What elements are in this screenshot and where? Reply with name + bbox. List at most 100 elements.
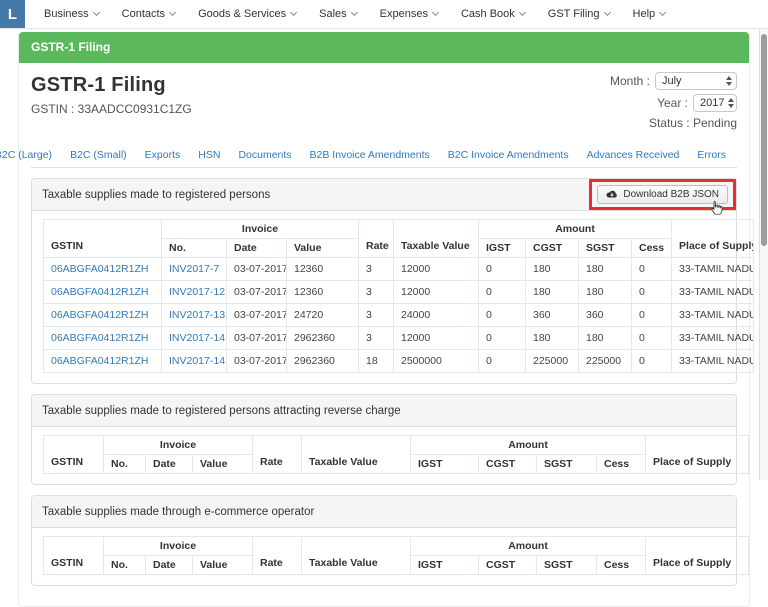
col-gstin: GSTIN <box>44 436 104 474</box>
tab-hsn[interactable]: HSN <box>189 143 229 167</box>
section-body: GSTINInvoiceRateTaxable ValueAmountPlace… <box>32 427 736 484</box>
gstin-link[interactable]: 06ABGFA0412R1ZH <box>44 258 162 281</box>
cell-rate: 18 <box>359 350 394 373</box>
col-no: No. <box>162 239 227 258</box>
cell-sgst: 180 <box>579 327 632 350</box>
b2b-invoices-table: GSTINInvoiceRateTaxable ValueAmountPlace… <box>43 219 754 373</box>
gstin-label: GSTIN : 33AADCC0931C1ZG <box>31 102 192 116</box>
cell-taxable-value: 12000 <box>394 258 479 281</box>
cell-value: 12360 <box>287 258 359 281</box>
menu-item-goods-services[interactable]: Goods & Services <box>198 8 296 20</box>
year-select[interactable]: 2017 <box>693 94 737 112</box>
col-invoice: Invoice <box>104 436 253 455</box>
tab-exports[interactable]: Exports <box>136 143 190 167</box>
col-cess: Cess <box>597 455 646 474</box>
cell-cess: 0 <box>632 327 672 350</box>
col-date: Date <box>146 455 193 474</box>
scrollbar-thumb[interactable] <box>761 34 767 246</box>
menu-item-business[interactable]: Business <box>44 8 99 20</box>
section-body: GSTINInvoiceRateTaxable ValueAmountPlace… <box>32 528 736 585</box>
invoice-link[interactable]: INV2017-14 <box>162 350 227 373</box>
ecommerce-table: GSTINInvoiceRateTaxable ValueAmountPlace… <box>43 536 749 575</box>
cell-place-of-supply: 33-TAMIL NADU <box>672 258 754 281</box>
cell-place-of-supply: 33-TAMIL NADU <box>672 350 754 373</box>
col-rate: Rate <box>359 220 394 258</box>
tab-bar: B2BB2C (Large)B2C (Small)ExportsHSNDocum… <box>31 142 737 168</box>
panel-body: GSTR-1 Filing GSTIN : 33AADCC0931C1ZG Mo… <box>19 63 749 606</box>
chevron-down-icon <box>290 9 297 16</box>
table-row: 06ABGFA0412R1ZHINV2017-1403-07-201729623… <box>44 350 754 373</box>
col-rate: Rate <box>253 436 302 474</box>
download-b2b-json-button[interactable]: Download B2B JSON <box>597 185 728 204</box>
cell-place-of-supply: 33-TAMIL NADU <box>672 281 754 304</box>
gstin-link[interactable]: 06ABGFA0412R1ZH <box>44 304 162 327</box>
section-heading: Taxable supplies made to registered pers… <box>32 179 736 211</box>
invoice-link[interactable]: INV2017-7 <box>162 258 227 281</box>
cell-cess: 0 <box>632 350 672 373</box>
tab-documents[interactable]: Documents <box>229 143 300 167</box>
menu-item-cash-book[interactable]: Cash Book <box>461 8 525 20</box>
gstr1-panel: GSTR-1 Filing GSTR-1 Filing GSTIN : 33AA… <box>18 32 750 607</box>
col-sgst: SGST <box>537 455 597 474</box>
chevron-down-icon <box>93 9 100 16</box>
col-invoice: Invoice <box>162 220 359 239</box>
cell-taxable-value: 24000 <box>394 304 479 327</box>
col-place-of-supply: Place of Supply <box>646 436 749 474</box>
col-sgst: SGST <box>537 556 597 575</box>
col-taxable-value: Taxable Value <box>394 220 479 258</box>
menu-item-gst-filing[interactable]: GST Filing <box>548 8 610 20</box>
section-title: Taxable supplies made through e-commerce… <box>42 506 314 518</box>
cell-date: 03-07-2017 <box>227 327 287 350</box>
tab-b2c-large[interactable]: B2C (Large) <box>0 143 61 167</box>
menu-item-help[interactable]: Help <box>633 8 666 20</box>
col-place-of-supply: Place of Supply <box>646 537 749 575</box>
download-highlight-box: Download B2B JSON <box>589 179 736 210</box>
col-amount: Amount <box>411 436 646 455</box>
menu-item-expenses[interactable]: Expenses <box>380 8 438 20</box>
app-logo[interactable]: L <box>0 0 25 28</box>
gstin-link[interactable]: 06ABGFA0412R1ZH <box>44 350 162 373</box>
cell-date: 03-07-2017 <box>227 350 287 373</box>
page-header: GSTR-1 Filing GSTIN : 33AADCC0931C1ZG Mo… <box>31 72 737 134</box>
chevron-down-icon <box>432 9 439 16</box>
cell-igst: 0 <box>479 258 526 281</box>
month-select[interactable]: July <box>655 72 737 90</box>
col-place-of-supply: Place of Supply <box>672 220 754 258</box>
cell-cgst: 225000 <box>526 350 579 373</box>
download-button-label: Download B2B JSON <box>623 189 719 200</box>
col-taxable-value: Taxable Value <box>302 436 411 474</box>
table-row: 06ABGFA0412R1ZHINV2017-1203-07-201712360… <box>44 281 754 304</box>
col-rate: Rate <box>253 537 302 575</box>
cell-value: 12360 <box>287 281 359 304</box>
gstin-link[interactable]: 06ABGFA0412R1ZH <box>44 327 162 350</box>
month-label: Month : <box>610 74 650 88</box>
tab-advances-received[interactable]: Advances Received <box>578 143 689 167</box>
cell-sgst: 360 <box>579 304 632 327</box>
top-navbar: L Business Contacts Goods & Services Sales E… <box>0 0 768 29</box>
cell-rate: 3 <box>359 281 394 304</box>
cell-place-of-supply: 33-TAMIL NADU <box>672 327 754 350</box>
gstin-link[interactable]: 06ABGFA0412R1ZH <box>44 281 162 304</box>
tab-b2b-invoice-amendments[interactable]: B2B Invoice Amendments <box>301 143 439 167</box>
cell-cgst: 180 <box>526 327 579 350</box>
month-filter-row: Month : July <box>610 72 737 90</box>
tab-b2c-small[interactable]: B2C (Small) <box>61 143 136 167</box>
table-row: 06ABGFA0412R1ZHINV2017-703-07-2017123603… <box>44 258 754 281</box>
table-row: 06ABGFA0412R1ZHINV2017-1303-07-201724720… <box>44 304 754 327</box>
invoice-link[interactable]: INV2017-14 <box>162 327 227 350</box>
invoice-link[interactable]: INV2017-12 <box>162 281 227 304</box>
cell-taxable-value: 2500000 <box>394 350 479 373</box>
section-heading: Taxable supplies made through e-commerce… <box>32 496 736 528</box>
menu-item-contacts[interactable]: Contacts <box>122 8 175 20</box>
tab-b2c-invoice-amendments[interactable]: B2C Invoice Amendments <box>439 143 578 167</box>
col-cgst: CGST <box>479 455 537 474</box>
col-cgst: CGST <box>479 556 537 575</box>
tab-errors[interactable]: Errors <box>688 143 735 167</box>
invoice-link[interactable]: INV2017-13 <box>162 304 227 327</box>
cell-cgst: 180 <box>526 258 579 281</box>
menu-item-sales[interactable]: Sales <box>319 8 357 20</box>
col-gstin: GSTIN <box>44 537 104 575</box>
page-scrollbar[interactable] <box>759 29 768 480</box>
cell-sgst: 180 <box>579 258 632 281</box>
col-amount: Amount <box>479 220 672 239</box>
